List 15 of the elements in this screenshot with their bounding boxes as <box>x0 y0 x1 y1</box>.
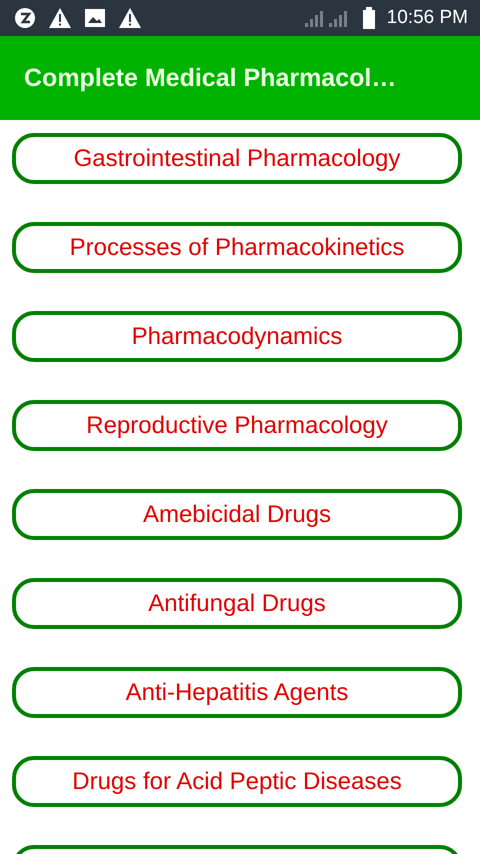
topic-button[interactable]: Pharmacodynamics <box>12 311 462 362</box>
clock-time: 10:56 PM <box>386 7 468 29</box>
topic-button[interactable]: Reproductive Pharmacology <box>12 400 462 451</box>
topic-button[interactable]: Drugs for Acid Peptic Diseases <box>12 756 462 807</box>
topic-button[interactable]: Anti-Hepatitis Agents <box>12 667 462 718</box>
warning-icon <box>118 7 142 29</box>
warning-icon <box>48 7 72 29</box>
topic-button[interactable]: Antifungal Drugs <box>12 578 462 629</box>
image-icon <box>84 8 106 28</box>
notification-icon <box>14 7 36 29</box>
topic-button[interactable]: Processes of Pharmacokinetics <box>12 222 462 273</box>
app-title: Complete Medical Pharmacol… <box>24 64 396 92</box>
topic-button[interactable]: Gastrointestinal Pharmacology <box>12 133 462 184</box>
topic-button[interactable]: Amebicidal Drugs <box>12 489 462 540</box>
battery-icon <box>362 7 375 29</box>
